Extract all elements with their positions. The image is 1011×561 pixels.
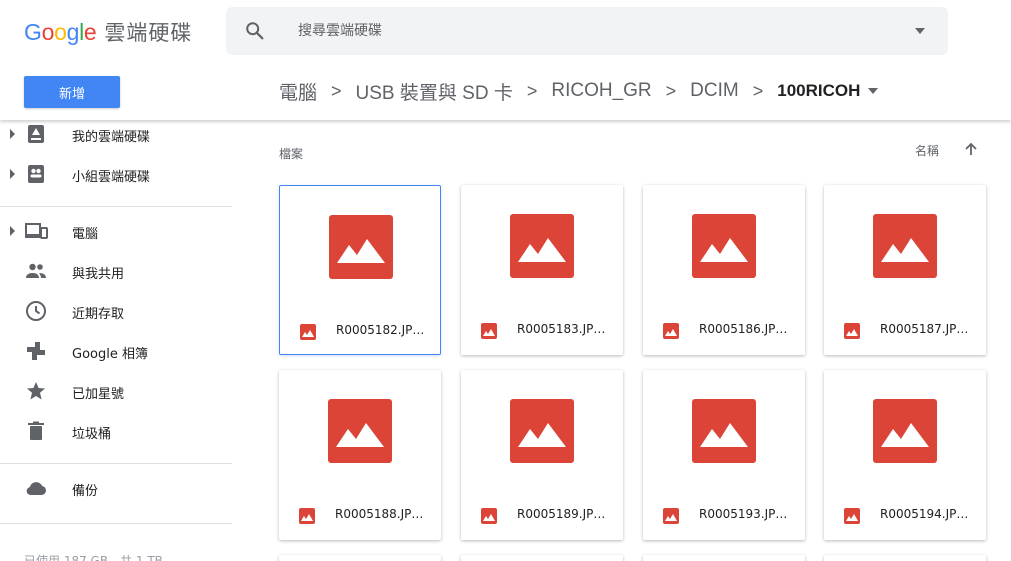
cloud-icon: [26, 482, 47, 495]
expand-arrow-icon[interactable]: [10, 226, 15, 236]
search-options-dropdown-icon[interactable]: [914, 26, 926, 36]
new-button[interactable]: 新增: [24, 76, 120, 108]
sidebar-divider: [0, 523, 232, 524]
image-file-type-icon: [844, 508, 860, 524]
folder-menu-caret-icon[interactable]: [868, 88, 879, 94]
file-card[interactable]: R0005189.JP…: [461, 370, 623, 540]
clock-icon: [26, 301, 46, 321]
file-card[interactable]: R0005193.JP…: [643, 370, 805, 540]
image-file-type-icon: [300, 324, 316, 340]
image-file-type-icon: [481, 508, 497, 524]
app-header: Google 雲端硬碟 新增 電腦 > USB 裝置與 SD 卡 > RICOH_GR >…: [0, 0, 1011, 120]
sidebar-divider: [0, 463, 232, 464]
sidebar-divider: [0, 206, 232, 207]
breadcrumb-item[interactable]: RICOH_GR: [551, 80, 651, 102]
search-input[interactable]: [298, 19, 858, 43]
sidebar-item-label: 我的雲端硬碟: [72, 130, 151, 145]
breadcrumb-chevron-icon: >: [752, 80, 764, 101]
file-card[interactable]: R0005187.JP…: [824, 185, 986, 355]
file-card[interactable]: [279, 555, 441, 561]
search-icon[interactable]: [244, 20, 266, 42]
sidebar-item-label: Google 相簿: [72, 347, 148, 362]
breadcrumb-item[interactable]: USB 裝置與 SD 卡: [356, 78, 513, 105]
sort-ascending-arrow-icon[interactable]: [963, 141, 979, 157]
image-file-type-icon: [663, 323, 679, 339]
logo-letter: o: [41, 18, 55, 45]
breadcrumb-chevron-icon: >: [526, 80, 538, 101]
image-thumbnail-icon: [510, 399, 574, 463]
file-card[interactable]: [824, 555, 986, 561]
sidebar-item[interactable]: 我的雲端硬碟: [0, 114, 232, 154]
sidebar-item[interactable]: 與我共用: [0, 251, 232, 291]
sidebar-item[interactable]: 電腦: [0, 211, 232, 251]
google-wordmark: Google: [24, 18, 97, 46]
breadcrumb-chevron-icon: >: [331, 80, 342, 101]
logo-letter: g: [66, 18, 80, 45]
sidebar-item[interactable]: 垃圾桶: [0, 411, 232, 451]
file-name: R0005188.JP…: [335, 507, 424, 521]
sidebar-item-label: 電腦: [72, 227, 99, 242]
expand-arrow-icon[interactable]: [10, 169, 15, 179]
image-file-type-icon: [481, 323, 497, 339]
sidebar-item-label: 已加星號: [72, 387, 125, 402]
search-bar[interactable]: [226, 7, 948, 55]
breadcrumb-item[interactable]: 電腦: [279, 78, 317, 105]
image-thumbnail-icon: [329, 215, 393, 279]
file-name: R0005193.JP…: [699, 507, 788, 521]
file-card[interactable]: R0005183.JP…: [461, 185, 623, 355]
shared-people-icon: [26, 263, 46, 278]
sidebar-item[interactable]: 已加星號: [0, 371, 232, 411]
file-card[interactable]: R0005186.JP…: [643, 185, 805, 355]
sidebar-item[interactable]: 小組雲端硬碟: [0, 154, 232, 194]
pinwheel-icon: [27, 342, 45, 360]
image-thumbnail-icon: [328, 399, 392, 463]
file-name: R0005189.JP…: [517, 507, 606, 521]
file-name: R0005183.JP…: [517, 322, 606, 336]
file-card[interactable]: [461, 555, 623, 561]
logo-letter: o: [54, 18, 67, 45]
image-thumbnail-icon: [510, 214, 574, 278]
sidebar-item-label: 小組雲端硬碟: [72, 170, 151, 185]
sidebar-item-label: 與我共用: [72, 267, 125, 282]
breadcrumb-item[interactable]: DCIM: [690, 80, 739, 102]
breadcrumb-chevron-icon: >: [665, 80, 677, 101]
file-name: R0005194.JP…: [880, 507, 969, 521]
expand-arrow-icon[interactable]: [10, 129, 15, 139]
star-icon: [27, 382, 45, 400]
image-thumbnail-icon: [873, 214, 937, 278]
sidebar-item[interactable]: 備份: [0, 468, 232, 508]
google-drive-logo[interactable]: Google 雲端硬碟: [24, 17, 192, 47]
file-card[interactable]: R0005194.JP…: [824, 370, 986, 540]
computers-icon: [25, 223, 48, 239]
file-card[interactable]: R0005188.JP…: [279, 370, 441, 540]
trash-icon: [28, 421, 44, 440]
sidebar-item[interactable]: 近期存取: [0, 291, 232, 331]
my-drive-icon: [28, 125, 44, 143]
image-file-type-icon: [844, 323, 860, 339]
files-section-label: 檔案: [279, 147, 304, 161]
sidebar-item-label: 垃圾桶: [72, 427, 112, 442]
file-name: R0005186.JP…: [699, 322, 788, 336]
image-thumbnail-icon: [692, 214, 756, 278]
breadcrumb: 電腦 > USB 裝置與 SD 卡 > RICOH_GR > DCIM >100RICOH: [279, 76, 879, 106]
sidebar-item[interactable]: Google 相簿: [0, 331, 232, 371]
file-card[interactable]: [643, 555, 805, 561]
file-card[interactable]: R0005182.JP…: [279, 185, 441, 355]
image-file-type-icon: [299, 508, 315, 524]
team-drive-icon: [28, 165, 44, 183]
file-name: R0005182.JP…: [336, 323, 425, 337]
sidebar-nav: 我的雲端硬碟 小組雲端硬碟 電腦與我共用近期存取 Google 相簿 已加星號垃圾桶備份…: [0, 120, 232, 561]
product-name: 雲端硬碟: [104, 21, 193, 45]
sidebar-item-label: 近期存取: [72, 307, 125, 322]
file-name: R0005187.JP…: [880, 322, 969, 336]
storage-usage-text: 已使用 187 GB，共 1 TB: [24, 554, 163, 561]
sort-by-name-button[interactable]: 名稱: [915, 142, 939, 159]
image-thumbnail-icon: [692, 399, 756, 463]
logo-letter: e: [83, 18, 97, 45]
image-thumbnail-icon: [873, 399, 937, 463]
image-file-type-icon: [663, 508, 679, 524]
breadcrumb-current-folder[interactable]: 100RICOH: [777, 81, 860, 101]
sidebar-item-label: 備份: [72, 484, 99, 499]
logo-letter: G: [24, 18, 42, 45]
